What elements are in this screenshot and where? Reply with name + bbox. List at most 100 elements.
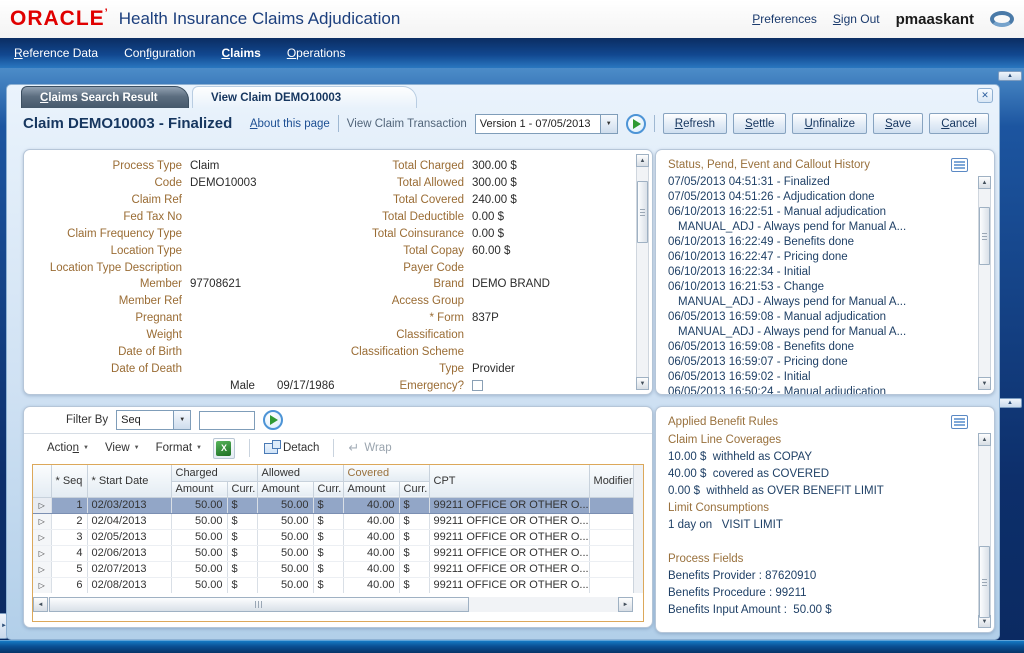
view-menu[interactable]: View ▼ — [100, 440, 145, 456]
cell-charged-curr: $ — [227, 561, 257, 577]
field-label: Fed Tax No — [24, 211, 190, 223]
cell-allowed-amount: 50.00 — [257, 561, 313, 577]
emergency-checkbox[interactable] — [472, 380, 483, 391]
cell-modifiers — [589, 577, 633, 593]
table-scroll-area: * Seq * Start Date Charged Allowed Cover… — [33, 465, 633, 593]
scroll-right-button[interactable]: ► — [618, 597, 633, 612]
version-dropdown-button[interactable]: ▼ — [601, 114, 618, 134]
version-select[interactable]: Version 1 - 07/05/2013 ▼ — [475, 114, 618, 134]
scroll-up-button[interactable]: ▲ — [978, 433, 991, 446]
field-value: 0.00 $ — [472, 228, 504, 240]
filter-value-input[interactable] — [199, 411, 255, 430]
benefit-section-heading: Limit Consumptions — [668, 500, 994, 517]
table-row[interactable]: ▷502/07/201350.00$50.00$40.00$99211 OFFI… — [33, 561, 633, 577]
benefit-section-heading: Claim Line Coverages — [668, 432, 994, 449]
subcolumn-covered-curr: Curr. — [399, 481, 429, 497]
scroll-left-button[interactable]: ◄ — [33, 597, 48, 612]
cell-cpt: 99211 OFFICE OR OTHER O... — [429, 577, 589, 593]
row-expand-arrow[interactable]: ▷ — [33, 497, 51, 513]
column-group-charged: Charged — [171, 465, 257, 481]
menu-item-configuration[interactable]: Configuration — [124, 46, 195, 60]
row-expand-arrow[interactable]: ▷ — [33, 561, 51, 577]
chevron-down-icon: ▼ — [134, 445, 140, 451]
table-row[interactable]: ▷402/06/201350.00$50.00$40.00$99211 OFFI… — [33, 545, 633, 561]
benefit-scrollbar[interactable]: ▲ ▼ — [978, 433, 991, 628]
row-expand-arrow[interactable]: ▷ — [33, 577, 51, 593]
detach-panel-icon[interactable] — [951, 158, 968, 172]
table-row[interactable]: ▷102/03/201350.00$50.00$40.00$99211 OFFI… — [33, 497, 633, 513]
action-menu[interactable]: Action ▼ — [42, 440, 94, 456]
splitter-collapse-button[interactable]: ▲ — [998, 398, 1022, 408]
cell-allowed-amount: 50.00 — [257, 513, 313, 529]
scrollbar-track[interactable] — [978, 446, 991, 615]
history-scrollbar[interactable]: ▲ ▼ — [978, 176, 991, 390]
scrollbar-track[interactable] — [636, 167, 649, 377]
detach-button[interactable]: Detach — [264, 442, 319, 454]
settle-button[interactable]: Settle — [733, 113, 786, 134]
scrollbar-thumb[interactable] — [637, 181, 648, 243]
scrollbar-thumb[interactable] — [979, 546, 990, 618]
row-expand-arrow[interactable]: ▷ — [33, 513, 51, 529]
unfinalize-button[interactable]: Unfinalize — [792, 113, 867, 134]
tab-view-claim-demo10003[interactable]: View Claim DEMO10003 — [192, 86, 417, 108]
cell-charged-amount: 50.00 — [171, 529, 227, 545]
menu-item-operations[interactable]: Operations — [287, 46, 346, 60]
scroll-down-button[interactable]: ▼ — [636, 377, 649, 390]
detach-panel-icon[interactable] — [951, 415, 968, 429]
go-icon — [270, 415, 278, 425]
field-label: Member Ref — [24, 295, 190, 307]
table-horizontal-scrollbar[interactable]: ◄ ► — [33, 597, 633, 612]
filter-dropdown-button[interactable]: ▼ — [174, 410, 191, 430]
table-row[interactable]: ▷302/05/201350.00$50.00$40.00$99211 OFFI… — [33, 529, 633, 545]
separator — [338, 115, 339, 132]
cancel-button[interactable]: Cancel — [929, 113, 989, 134]
form-field-access-group: Access Group — [344, 293, 632, 310]
filter-go-button[interactable] — [263, 410, 283, 430]
refresh-button[interactable]: Refresh — [663, 113, 727, 134]
history-entry: 06/10/2013 16:22:51 - Manual adjudicatio… — [668, 205, 994, 220]
close-tab-button[interactable]: ✕ — [977, 88, 993, 103]
separator — [249, 439, 250, 457]
scroll-down-button[interactable]: ▼ — [978, 377, 991, 390]
field-label: Total Deductible — [344, 211, 472, 223]
history-entry: 06/10/2013 16:22:34 - Initial — [668, 265, 994, 280]
history-panel: Status, Pend, Event and Callout History … — [655, 149, 995, 395]
scroll-up-button[interactable]: ▲ — [978, 176, 991, 189]
scroll-up-button-top[interactable]: ▲ — [998, 71, 1022, 81]
table-vertical-scrollbar-track[interactable] — [633, 465, 643, 593]
cell-covered-amount: 40.00 — [343, 577, 399, 593]
table-row[interactable]: ▷602/08/201350.00$50.00$40.00$99211 OFFI… — [33, 577, 633, 593]
form-field-gender-clipped: Male09/17/1986 — [24, 377, 344, 394]
row-expand-arrow[interactable]: ▷ — [33, 529, 51, 545]
history-panel-title: Status, Pend, Event and Callout History — [668, 159, 870, 171]
claim-form-scrollbar[interactable]: ▲ ▼ — [636, 154, 649, 390]
cell-charged-curr: $ — [227, 497, 257, 513]
preferences-link[interactable]: Preferences — [752, 12, 817, 26]
app-title: Health Insurance Claims Adjudication — [119, 9, 401, 29]
field-label: Total Allowed — [344, 177, 472, 189]
scrollbar-thumb[interactable] — [49, 597, 469, 612]
cell-seq: 1 — [51, 497, 87, 513]
format-menu[interactable]: Format ▼ — [151, 440, 207, 456]
scrollbar-track[interactable] — [978, 189, 991, 377]
go-icon — [633, 119, 641, 129]
menu-item-claims[interactable]: Claims — [221, 46, 260, 60]
filter-field-select[interactable]: Seq ▼ — [116, 410, 191, 430]
table-row[interactable]: ▷202/04/201350.00$50.00$40.00$99211 OFFI… — [33, 513, 633, 529]
cell-covered-curr: $ — [399, 513, 429, 529]
row-expand-arrow[interactable]: ▷ — [33, 545, 51, 561]
birthdate-value: 09/17/1986 — [277, 380, 335, 392]
menu-item-reference-data[interactable]: Reference Data — [14, 46, 98, 60]
about-this-page-link[interactable]: About this page — [250, 118, 330, 130]
export-to-excel-button[interactable] — [213, 438, 235, 459]
scroll-up-button[interactable]: ▲ — [636, 154, 649, 167]
tab-claims-search-result[interactable]: Claims Search Result — [21, 86, 189, 108]
cell-covered-curr: $ — [399, 529, 429, 545]
wrap-button[interactable]: ↵ Wrap — [348, 440, 391, 456]
version-go-button[interactable] — [626, 114, 646, 134]
sign-out-link[interactable]: Sign Out — [833, 12, 880, 26]
save-button[interactable]: Save — [873, 113, 923, 134]
field-label: Total Copay — [344, 245, 472, 257]
scrollbar-thumb[interactable] — [979, 207, 990, 265]
separator — [333, 439, 334, 457]
